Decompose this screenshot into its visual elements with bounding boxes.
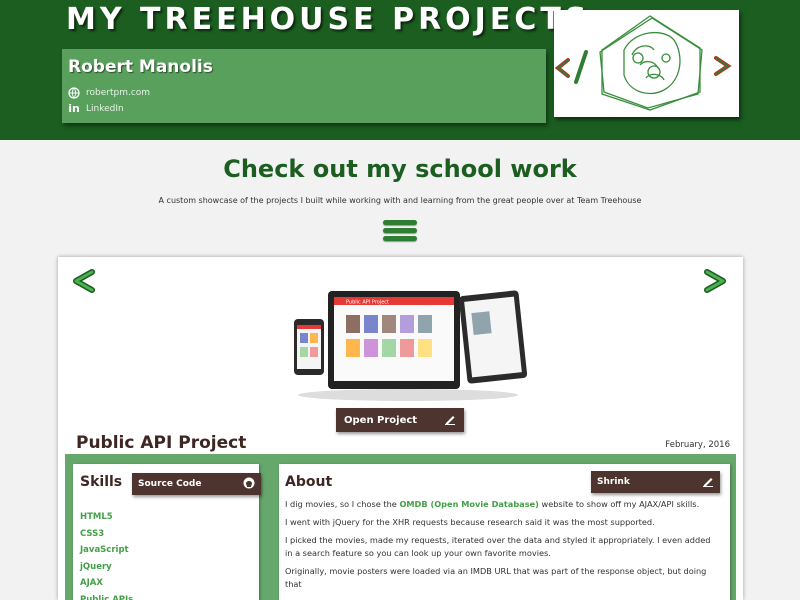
omdb-link[interactable]: OMDB (Open Movie Database) [399,499,538,509]
skills-list: HTML5 CSS3 JavaScript jQuery AJAX Public… [80,509,133,600]
globe-icon [68,87,80,99]
about-card: About Shrink I dig movies, so I chose th… [279,464,730,600]
about-heading: About [285,474,333,490]
device-mockup-image: Public API Project [288,287,528,402]
skill-item: HTML5 [80,512,113,522]
skill-item: Public APIs [80,594,134,600]
about-paragraph: I went with jQuery for the XHR requests … [285,517,655,527]
skill-item: JavaScript [80,545,129,556]
edit-icon [444,413,456,428]
source-code-button[interactable]: Source Code [132,473,261,495]
code-bracket-right-icon [714,56,732,76]
source-code-label: Source Code [138,479,202,489]
open-project-label: Open Project [344,414,418,426]
website-link[interactable]: robertpm.com [68,87,150,99]
github-icon [243,477,255,492]
site-title: MY TREEHOUSE PROJECTS [66,2,591,37]
site-header: MY TREEHOUSE PROJECTS Robert Manolis rob… [0,0,800,140]
linkedin-icon: in [68,102,80,115]
project-panel: Public API Project Open Project Public A… [58,257,743,600]
about-paragraph: Originally, movie posters were loaded vi… [285,566,707,589]
website-label: robertpm.com [86,88,151,98]
open-project-button[interactable]: Open Project [336,408,464,432]
profile-name: Robert Manolis [68,57,213,77]
treehouse-logo [554,10,739,117]
linkedin-label: LinkedIn [86,104,124,114]
skills-heading: Skills [80,474,123,490]
preview-title: Public API Project [346,300,389,306]
previous-arrow-icon[interactable] [70,269,98,293]
skills-card: Skills Source Code HTML5 CSS3 JavaScript… [73,464,261,600]
shrink-label: Shrink [597,477,630,487]
skill-item: jQuery [80,561,112,572]
intro-title: Check out my school work [223,155,577,183]
house-sketch-icon [599,15,703,111]
code-bracket-left-icon [554,50,588,84]
shrink-button[interactable]: Shrink [591,471,720,493]
project-details: Skills Source Code HTML5 CSS3 JavaScript… [65,454,736,600]
skill-item: AJAX [80,578,103,589]
next-arrow-icon[interactable] [701,269,729,293]
edit-icon [702,475,714,490]
skill-item: CSS3 [80,528,105,539]
profile-card: Robert Manolis robertpm.com in LinkedIn [62,49,546,123]
linkedin-link[interactable]: in LinkedIn [68,103,124,115]
about-paragraph: I dig movies, so I chose the OMDB (Open … [285,499,700,509]
about-text: I dig movies, so I chose the OMDB (Open … [285,498,713,596]
project-title: Public API Project [76,433,247,453]
project-date: February, 2016 [665,440,730,450]
about-paragraph: I picked the movies, made my requests, i… [285,535,711,558]
menu-icon[interactable] [383,220,417,242]
intro-subtitle: A custom showcase of the projects I buil… [158,196,642,205]
